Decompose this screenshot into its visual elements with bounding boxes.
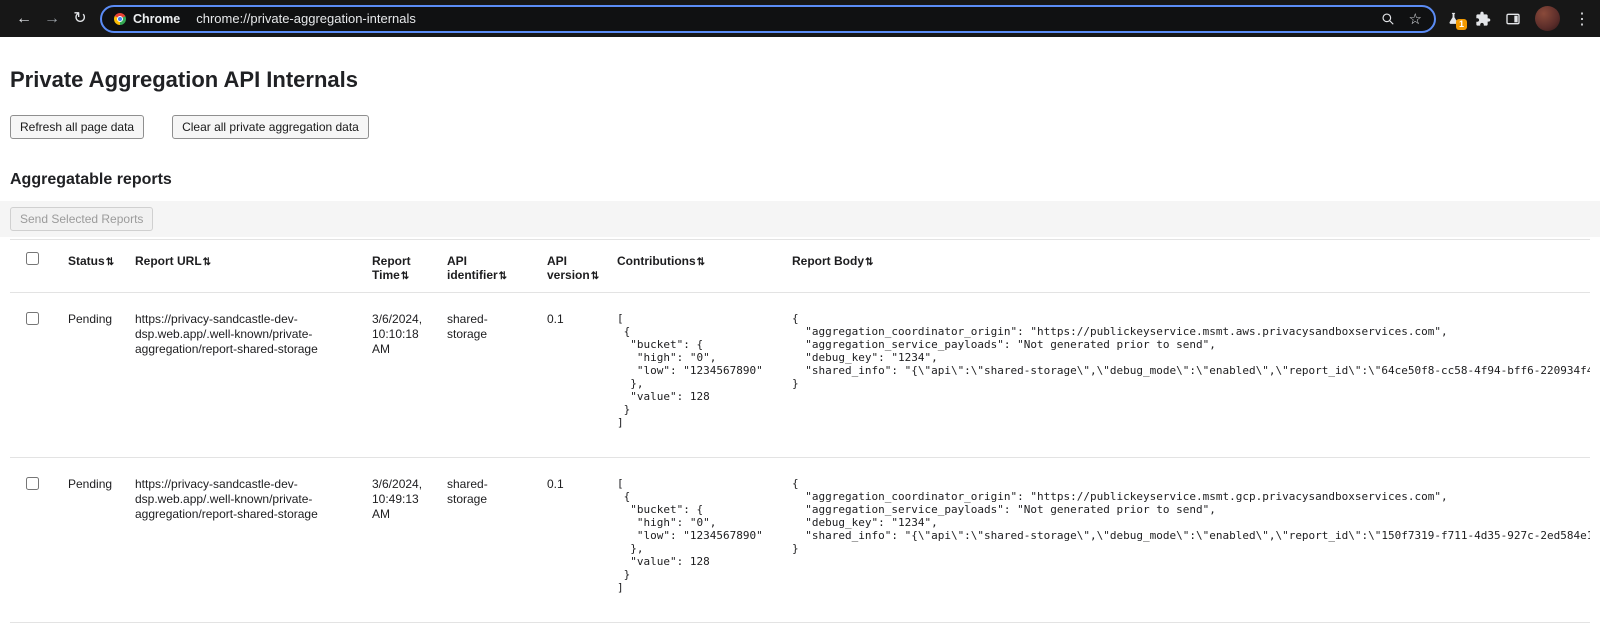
sort-icon: ⇅: [865, 257, 873, 268]
page-content: Private Aggregation API Internals Refres…: [0, 67, 1600, 623]
clear-all-button[interactable]: Clear all private aggregation data: [172, 115, 369, 139]
address-bar[interactable]: Chrome chrome://private-aggregation-inte…: [100, 5, 1436, 33]
col-report-body[interactable]: Report Body⇅: [792, 240, 1590, 293]
report-body-json: { "aggregation_coordinator_origin": "htt…: [792, 312, 1590, 390]
toolbar-right-cluster: 1 ⋮: [1446, 6, 1590, 31]
bookmark-star-icon[interactable]: ☆: [1409, 10, 1422, 28]
sort-icon: ⇅: [401, 271, 409, 282]
report-body-json: { "aggregation_coordinator_origin": "htt…: [792, 477, 1590, 555]
cell-select: [10, 458, 68, 623]
col-api-version[interactable]: API version⇅: [547, 240, 617, 293]
cell-report-url: https://privacy-sandcastle-dev-dsp.web.a…: [135, 458, 372, 623]
send-selected-reports-button[interactable]: Send Selected Reports: [10, 207, 153, 231]
site-chip-label: Chrome: [133, 12, 180, 26]
col-report-url-label: Report URL: [135, 254, 202, 268]
select-all-checkbox[interactable]: [26, 252, 39, 265]
table-toolbar: Send Selected Reports: [0, 201, 1600, 237]
cell-api-version: 0.1: [547, 458, 617, 623]
cell-report-url: https://privacy-sandcastle-dev-dsp.web.a…: [135, 293, 372, 458]
cell-status: Pending: [68, 458, 135, 623]
col-api-version-label: API version: [547, 254, 590, 282]
cell-status: Pending: [68, 293, 135, 458]
url-text[interactable]: chrome://private-aggregation-internals: [196, 11, 416, 26]
col-api-identifier-label: API identifier: [447, 254, 498, 282]
page-actions: Refresh all page data Clear all private …: [10, 115, 1590, 139]
sort-icon: ⇅: [499, 271, 507, 282]
col-status[interactable]: Status⇅: [68, 240, 135, 293]
cell-contributions: [ { "bucket": { "high": "0", "low": "123…: [617, 458, 792, 623]
col-report-body-label: Report Body: [792, 254, 864, 268]
table-header-row: Status⇅ Report URL⇅ Report Time⇅ API ide…: [10, 240, 1590, 293]
page-title: Private Aggregation API Internals: [10, 67, 1590, 93]
side-panel-icon[interactable]: [1505, 11, 1521, 27]
menu-icon[interactable]: ⋮: [1574, 9, 1590, 29]
cell-api-identifier: shared-storage: [447, 293, 547, 458]
flask-extension-icon[interactable]: 1: [1446, 11, 1461, 26]
row-checkbox[interactable]: [26, 477, 39, 490]
aggregatable-reports-heading: Aggregatable reports: [10, 171, 1590, 189]
col-contributions[interactable]: Contributions⇅: [617, 240, 792, 293]
sort-icon: ⇅: [203, 257, 211, 268]
cell-report-body: { "aggregation_coordinator_origin": "htt…: [792, 458, 1590, 623]
back-icon[interactable]: ←: [10, 5, 38, 33]
sort-icon: ⇅: [106, 257, 114, 268]
browser-toolbar: ← → ↻ Chrome chrome://private-aggregatio…: [0, 0, 1600, 37]
col-report-url[interactable]: Report URL⇅: [135, 240, 372, 293]
aggregatable-reports-table: Status⇅ Report URL⇅ Report Time⇅ API ide…: [10, 239, 1590, 623]
contributions-json: [ { "bucket": { "high": "0", "low": "123…: [617, 477, 780, 594]
extensions-puzzle-icon[interactable]: [1475, 11, 1491, 27]
row-checkbox[interactable]: [26, 312, 39, 325]
cell-select: [10, 293, 68, 458]
sort-icon: ⇅: [591, 271, 599, 282]
col-contributions-label: Contributions: [617, 254, 696, 268]
forward-icon[interactable]: →: [38, 5, 66, 33]
col-select: [10, 240, 68, 293]
col-status-label: Status: [68, 254, 105, 268]
cell-contributions: [ { "bucket": { "high": "0", "low": "123…: [617, 293, 792, 458]
contributions-json: [ { "bucket": { "high": "0", "low": "123…: [617, 312, 780, 429]
extension-badge: 1: [1456, 19, 1467, 30]
cell-report-time: 3/6/2024, 10:10:18 AM: [372, 293, 447, 458]
avatar-image: [1535, 6, 1560, 31]
chrome-logo-icon: [114, 13, 126, 25]
cell-report-time: 3/6/2024, 10:49:13 AM: [372, 458, 447, 623]
col-api-identifier[interactable]: API identifier⇅: [447, 240, 547, 293]
reload-icon[interactable]: ↻: [66, 5, 94, 33]
refresh-all-button[interactable]: Refresh all page data: [10, 115, 144, 139]
cell-report-body: { "aggregation_coordinator_origin": "htt…: [792, 293, 1590, 458]
table-row: Pending https://privacy-sandcastle-dev-d…: [10, 458, 1590, 623]
cell-api-version: 0.1: [547, 293, 617, 458]
zoom-icon[interactable]: [1381, 12, 1395, 26]
col-report-time[interactable]: Report Time⇅: [372, 240, 447, 293]
sort-icon: ⇅: [697, 257, 705, 268]
cell-api-identifier: shared-storage: [447, 458, 547, 623]
table-row: Pending https://privacy-sandcastle-dev-d…: [10, 293, 1590, 458]
profile-avatar[interactable]: [1535, 6, 1560, 31]
